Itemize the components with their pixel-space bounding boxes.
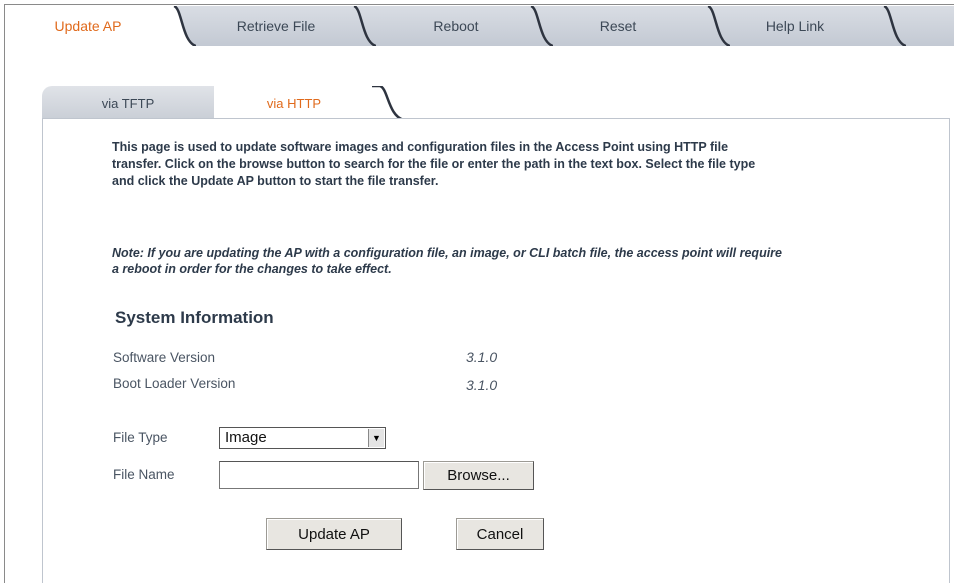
- cancel-button[interactable]: Cancel: [456, 518, 544, 550]
- file-type-select[interactable]: Image ▼: [219, 427, 386, 449]
- tab-update-ap-label: Update AP: [54, 18, 122, 34]
- subtab-via-http[interactable]: via HTTP: [214, 86, 374, 120]
- tab-retrieve-file[interactable]: Retrieve File: [196, 6, 356, 46]
- note-text: Note: If you are updating the AP with a …: [112, 246, 782, 276]
- cancel-button-label: Cancel: [476, 525, 524, 543]
- file-type-selected-value: Image: [225, 429, 267, 446]
- update-ap-button-label: Update AP: [298, 525, 370, 543]
- subtab-via-http-label: via HTTP: [266, 95, 322, 111]
- tab-retrieve-file-label: Retrieve File: [236, 18, 316, 34]
- top-tab-bar: Update AP Retrieve File Reboot Reset Hel…: [8, 6, 954, 46]
- file-name-label: File Name: [113, 467, 175, 482]
- subtab-via-tftp[interactable]: via TFTP: [42, 86, 214, 120]
- tab-help-link[interactable]: Help Link: [730, 6, 860, 46]
- file-name-input[interactable]: [219, 461, 419, 489]
- software-version-value: 3.1.0: [466, 349, 498, 365]
- sub-tab-bar: via TFTP via HTTP: [42, 80, 950, 120]
- tab-divider-icon: [166, 6, 196, 46]
- software-version-label: Software Version: [113, 350, 216, 365]
- tab-divider-icon: [707, 6, 730, 46]
- tab-reset-label: Reset: [599, 18, 637, 34]
- section-title: System Information: [115, 308, 274, 327]
- tab-help-link-label: Help Link: [765, 18, 825, 34]
- tab-update-ap[interactable]: Update AP: [8, 6, 168, 46]
- boot-loader-version-value: 3.1.0: [466, 377, 498, 393]
- tab-divider-icon: [883, 6, 906, 46]
- tab-reboot[interactable]: Reboot: [376, 6, 536, 46]
- tab-divider-icon: [530, 6, 553, 46]
- tab-divider-icon: [353, 6, 376, 46]
- intro-text: This page is used to update software ima…: [112, 140, 756, 188]
- tab-reset[interactable]: Reset: [553, 6, 683, 46]
- subtab-divider-icon: [372, 86, 404, 120]
- browse-button-label: Browse...: [447, 467, 510, 484]
- dropdown-arrow-icon[interactable]: ▼: [368, 429, 384, 447]
- browse-button[interactable]: Browse...: [423, 461, 534, 490]
- tab-reboot-label: Reboot: [433, 18, 479, 34]
- boot-loader-version-label: Boot Loader Version: [113, 376, 236, 391]
- file-type-label: File Type: [113, 430, 168, 445]
- subtab-via-tftp-label: via TFTP: [101, 95, 155, 111]
- update-ap-button[interactable]: Update AP: [266, 518, 402, 550]
